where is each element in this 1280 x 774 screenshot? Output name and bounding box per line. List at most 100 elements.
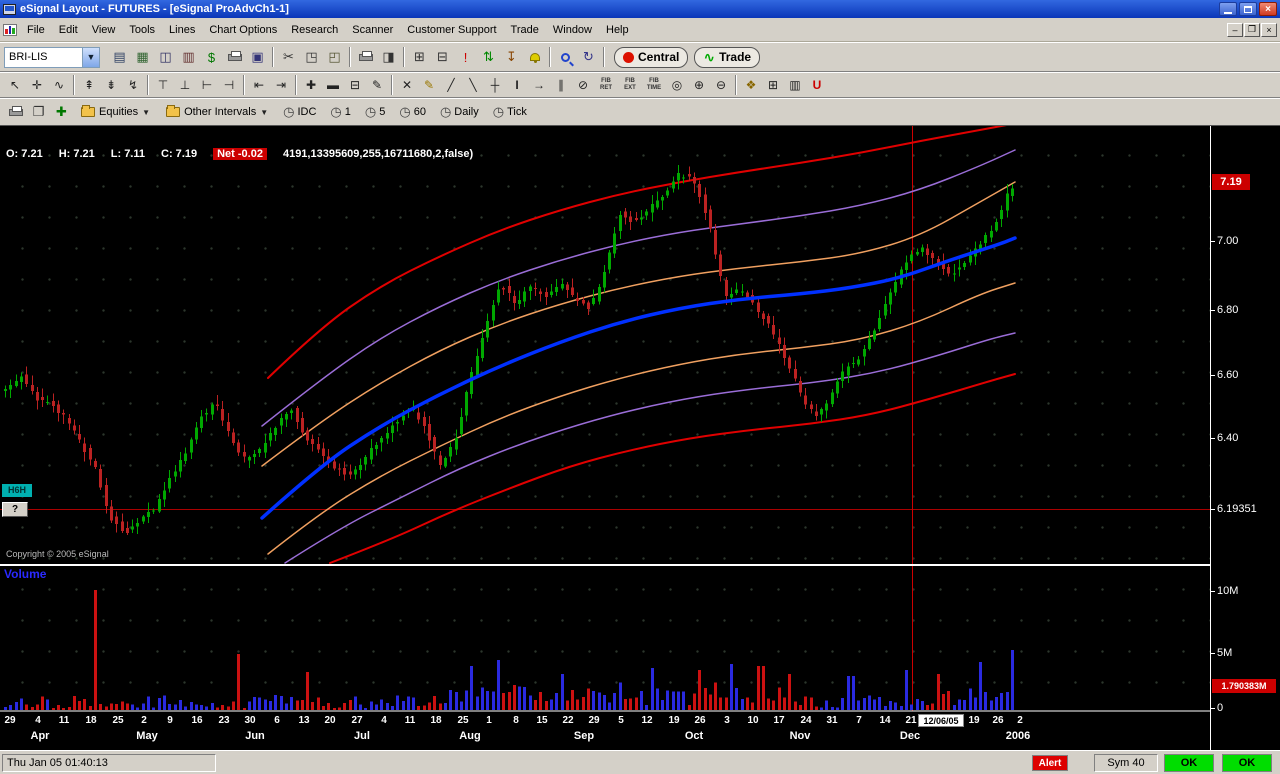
print-icon[interactable] (354, 46, 377, 68)
folder-dropdown-other-intervals[interactable]: Other Intervals▼ (166, 106, 268, 118)
zoom-in-icon[interactable]: ⊕ (688, 75, 710, 95)
trade-button[interactable]: ∿ Trade (694, 47, 760, 68)
symbol-combo[interactable]: BRI-LIS ▼ (4, 47, 100, 68)
restore-button[interactable] (1239, 2, 1257, 16)
squiggle-tool[interactable]: ∿ (48, 75, 70, 95)
zoom-out-icon[interactable]: ⊖ (710, 75, 732, 95)
paste-icon[interactable]: ◰ (323, 46, 346, 68)
horizontal-line-tool[interactable]: ▬ (322, 75, 344, 95)
date-label: 31 (826, 715, 837, 726)
menu-scanner[interactable]: Scanner (345, 20, 400, 40)
refresh-icon[interactable]: ↻ (577, 46, 600, 68)
download-icon[interactable]: ↧ (500, 46, 523, 68)
alert-manager-icon[interactable]: ! (454, 46, 477, 68)
print-preview-icon[interactable]: ◨ (377, 46, 400, 68)
menu-customer-support[interactable]: Customer Support (400, 20, 503, 40)
new-page-icon[interactable]: ▤ (108, 46, 131, 68)
edit-tool[interactable]: ✎ (366, 75, 388, 95)
fib-extension-tool[interactable]: FIBEXT (618, 75, 642, 95)
printer-icon[interactable] (223, 46, 246, 68)
menu-tools[interactable]: Tools (122, 20, 162, 40)
fib-time-tool[interactable]: FIBTIME (642, 75, 666, 95)
menu-lines[interactable]: Lines (162, 20, 202, 40)
menu-trade[interactable]: Trade (504, 20, 546, 40)
trendline-alt-tool[interactable]: ╲ (462, 75, 484, 95)
price-axis[interactable]: 7.006.806.606.406.1935110M5M07.191.79038… (1210, 126, 1280, 750)
layout-grid-icon[interactable]: ⊞ (408, 46, 431, 68)
date-axis[interactable]: 2941118252916233061320274111825181522295… (0, 712, 1210, 750)
time-sales-icon[interactable]: ▥ (177, 46, 200, 68)
parallel-lines-tool[interactable]: ∥ (550, 75, 572, 95)
month-label: Nov (790, 730, 811, 742)
tile-windows-icon[interactable]: ⊟ (431, 46, 454, 68)
mdi-restore-button[interactable]: ❐ (1244, 23, 1260, 37)
menu-help[interactable]: Help (599, 20, 636, 40)
cross-tool[interactable]: ┼ (484, 75, 506, 95)
delete-drawing-tool[interactable]: ✕ (396, 75, 418, 95)
chart-window-icon[interactable]: ◫ (154, 46, 177, 68)
quote-board-icon[interactable]: ▦ (131, 46, 154, 68)
link-tool[interactable]: ◎ (666, 75, 688, 95)
search-icon[interactable] (554, 46, 577, 68)
dollar-icon[interactable]: $ (200, 46, 223, 68)
interval-idc[interactable]: ◷IDC (283, 104, 316, 120)
crosshair-tool[interactable]: ✛ (26, 75, 48, 95)
align-left-icon[interactable]: ⊢ (196, 75, 218, 95)
interval-60[interactable]: ◷60 (399, 104, 426, 120)
close-button[interactable]: × (1259, 2, 1277, 16)
mdi-close-button[interactable]: × (1261, 23, 1277, 37)
folder-dropdown-equities[interactable]: Equities▼ (81, 106, 150, 118)
chart-canvas[interactable] (0, 126, 1210, 712)
price-chart[interactable]: O: 7.21 H: 7.21 L: 7.11 C: 7.19 Net -0.0… (0, 126, 1210, 712)
menu-view[interactable]: View (85, 20, 123, 40)
alert-badge[interactable]: Alert (1032, 755, 1068, 771)
menu-edit[interactable]: Edit (52, 20, 85, 40)
gem-icon[interactable]: ❖ (740, 75, 762, 95)
pointer-tool[interactable]: ↖ (4, 75, 26, 95)
align-top-icon[interactable]: ⊤ (152, 75, 174, 95)
page-down-tool[interactable]: ⇟ (100, 75, 122, 95)
page-up-tool[interactable]: ⇞ (78, 75, 100, 95)
up-down-arrows-icon[interactable]: ⇅ (477, 46, 500, 68)
mdi-minimize-button[interactable]: – (1227, 23, 1243, 37)
menu-file[interactable]: File (20, 20, 52, 40)
step-back-icon[interactable]: ⇤ (248, 75, 270, 95)
cut-icon[interactable]: ✂ (277, 46, 300, 68)
trendline-tool[interactable]: ╱ (440, 75, 462, 95)
print-icon[interactable] (4, 101, 27, 123)
grid-icon[interactable]: ⊞ (762, 75, 784, 95)
copy-icon[interactable]: ◳ (300, 46, 323, 68)
minimize-button[interactable] (1219, 2, 1237, 16)
add-page-icon[interactable]: ✚ (50, 101, 73, 123)
interval-1[interactable]: ◷1 (330, 104, 350, 120)
step-forward-icon[interactable]: ⇥ (270, 75, 292, 95)
lightning-tool[interactable]: ↯ (122, 75, 144, 95)
ellipse-tool[interactable]: ⊘ (572, 75, 594, 95)
text-tool[interactable]: I (506, 75, 528, 95)
save-icon[interactable]: ▣ (246, 46, 269, 68)
copy-icon[interactable]: ❐ (27, 101, 50, 123)
toolbar-separator (549, 47, 551, 67)
help-button[interactable]: ? (2, 502, 28, 517)
align-right-icon[interactable]: ⊣ (218, 75, 240, 95)
book-icon[interactable]: ▥ (784, 75, 806, 95)
interval-5[interactable]: ◷5 (365, 104, 385, 120)
underline-tool[interactable]: U (806, 75, 828, 95)
align-bottom-icon[interactable]: ⊥ (174, 75, 196, 95)
arrow-tool[interactable]: → (528, 75, 550, 95)
interval-clock-icon: ◷ (365, 104, 376, 120)
interval-daily[interactable]: ◷Daily (440, 104, 479, 120)
pencil-tool[interactable]: ✎ (418, 75, 440, 95)
fib-retracement-tool[interactable]: FIBRET (594, 75, 618, 95)
interval-tick[interactable]: ◷Tick (493, 104, 527, 120)
add-study-tool[interactable]: ✚ (300, 75, 322, 95)
menu-window[interactable]: Window (546, 20, 599, 40)
menu-chart-options[interactable]: Chart Options (202, 20, 284, 40)
selected-date-box[interactable]: 12/06/05 (918, 714, 964, 727)
central-button[interactable]: Central (614, 47, 688, 68)
reset-tool[interactable]: ⊟ (344, 75, 366, 95)
bell-icon[interactable] (523, 46, 546, 68)
symbol-tag[interactable]: H6H (2, 484, 32, 497)
menu-research[interactable]: Research (284, 20, 345, 40)
combo-dropdown-icon[interactable]: ▼ (82, 48, 99, 67)
